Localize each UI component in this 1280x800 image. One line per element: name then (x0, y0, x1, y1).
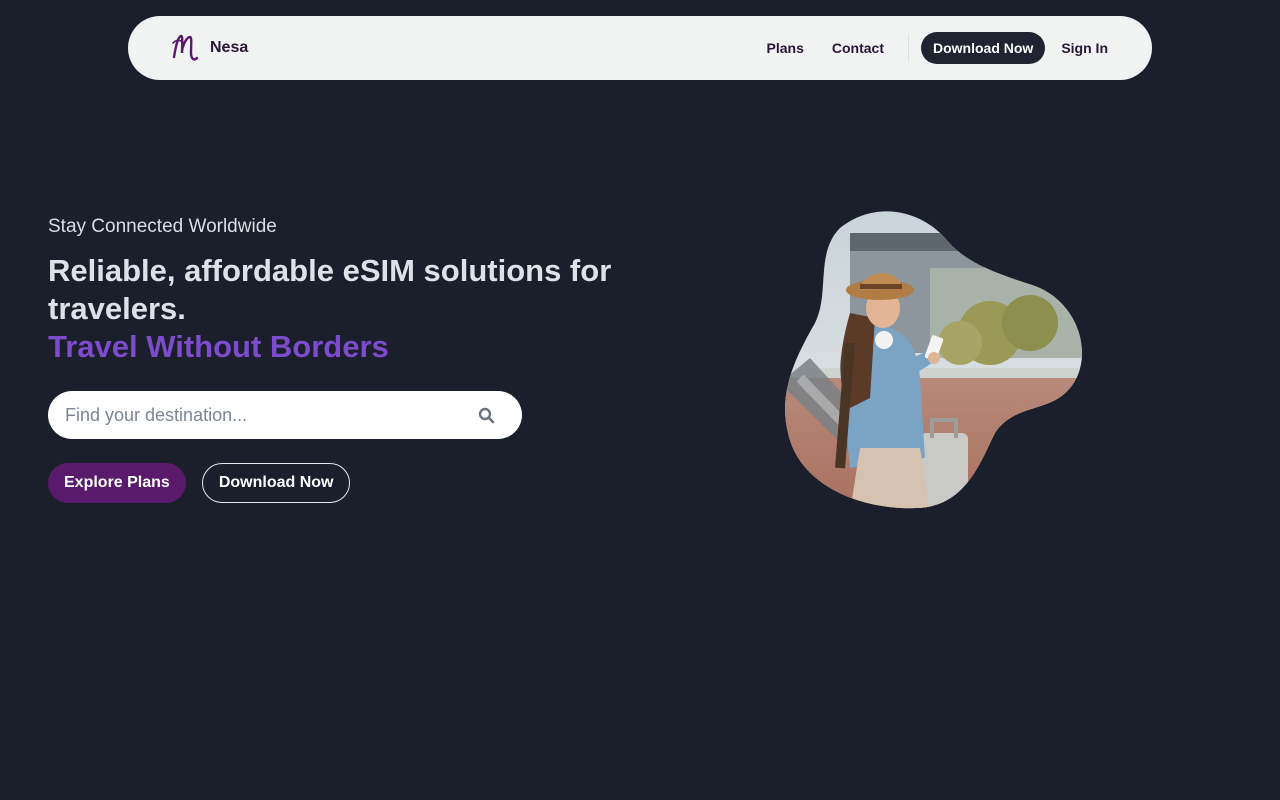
explore-plans-button[interactable]: Explore Plans (48, 463, 186, 503)
brand-logo-icon[interactable] (170, 31, 200, 65)
nav-link-plans[interactable]: Plans (767, 40, 804, 56)
search-icon[interactable] (476, 405, 496, 425)
destination-search-input[interactable] (65, 404, 476, 426)
hero-headline-text: Reliable, affordable eSIM solutions for … (48, 253, 612, 326)
hero-photo-traveler-with-phone (785, 211, 1083, 509)
download-now-button[interactable]: Download Now (201, 463, 351, 503)
sign-in-link[interactable]: Sign In (1061, 40, 1108, 56)
destination-search (48, 391, 522, 439)
nav-divider (908, 34, 909, 62)
nav-download-button[interactable]: Download Now (921, 32, 1046, 64)
brand-name[interactable]: Nesa (210, 39, 248, 57)
hero-section: Stay Connected Worldwide Reliable, affor… (48, 216, 688, 366)
top-navbar: Nesa Plans Contact Download Now Sign In (128, 16, 1152, 80)
hero-headline: Reliable, affordable eSIM solutions for … (48, 252, 688, 366)
hero-eyebrow: Stay Connected Worldwide (48, 216, 277, 237)
nav-link-contact[interactable]: Contact (832, 40, 884, 56)
hero-actions: Explore Plans Download Now (48, 463, 351, 503)
hero-accent-text: Travel Without Borders (48, 329, 389, 364)
